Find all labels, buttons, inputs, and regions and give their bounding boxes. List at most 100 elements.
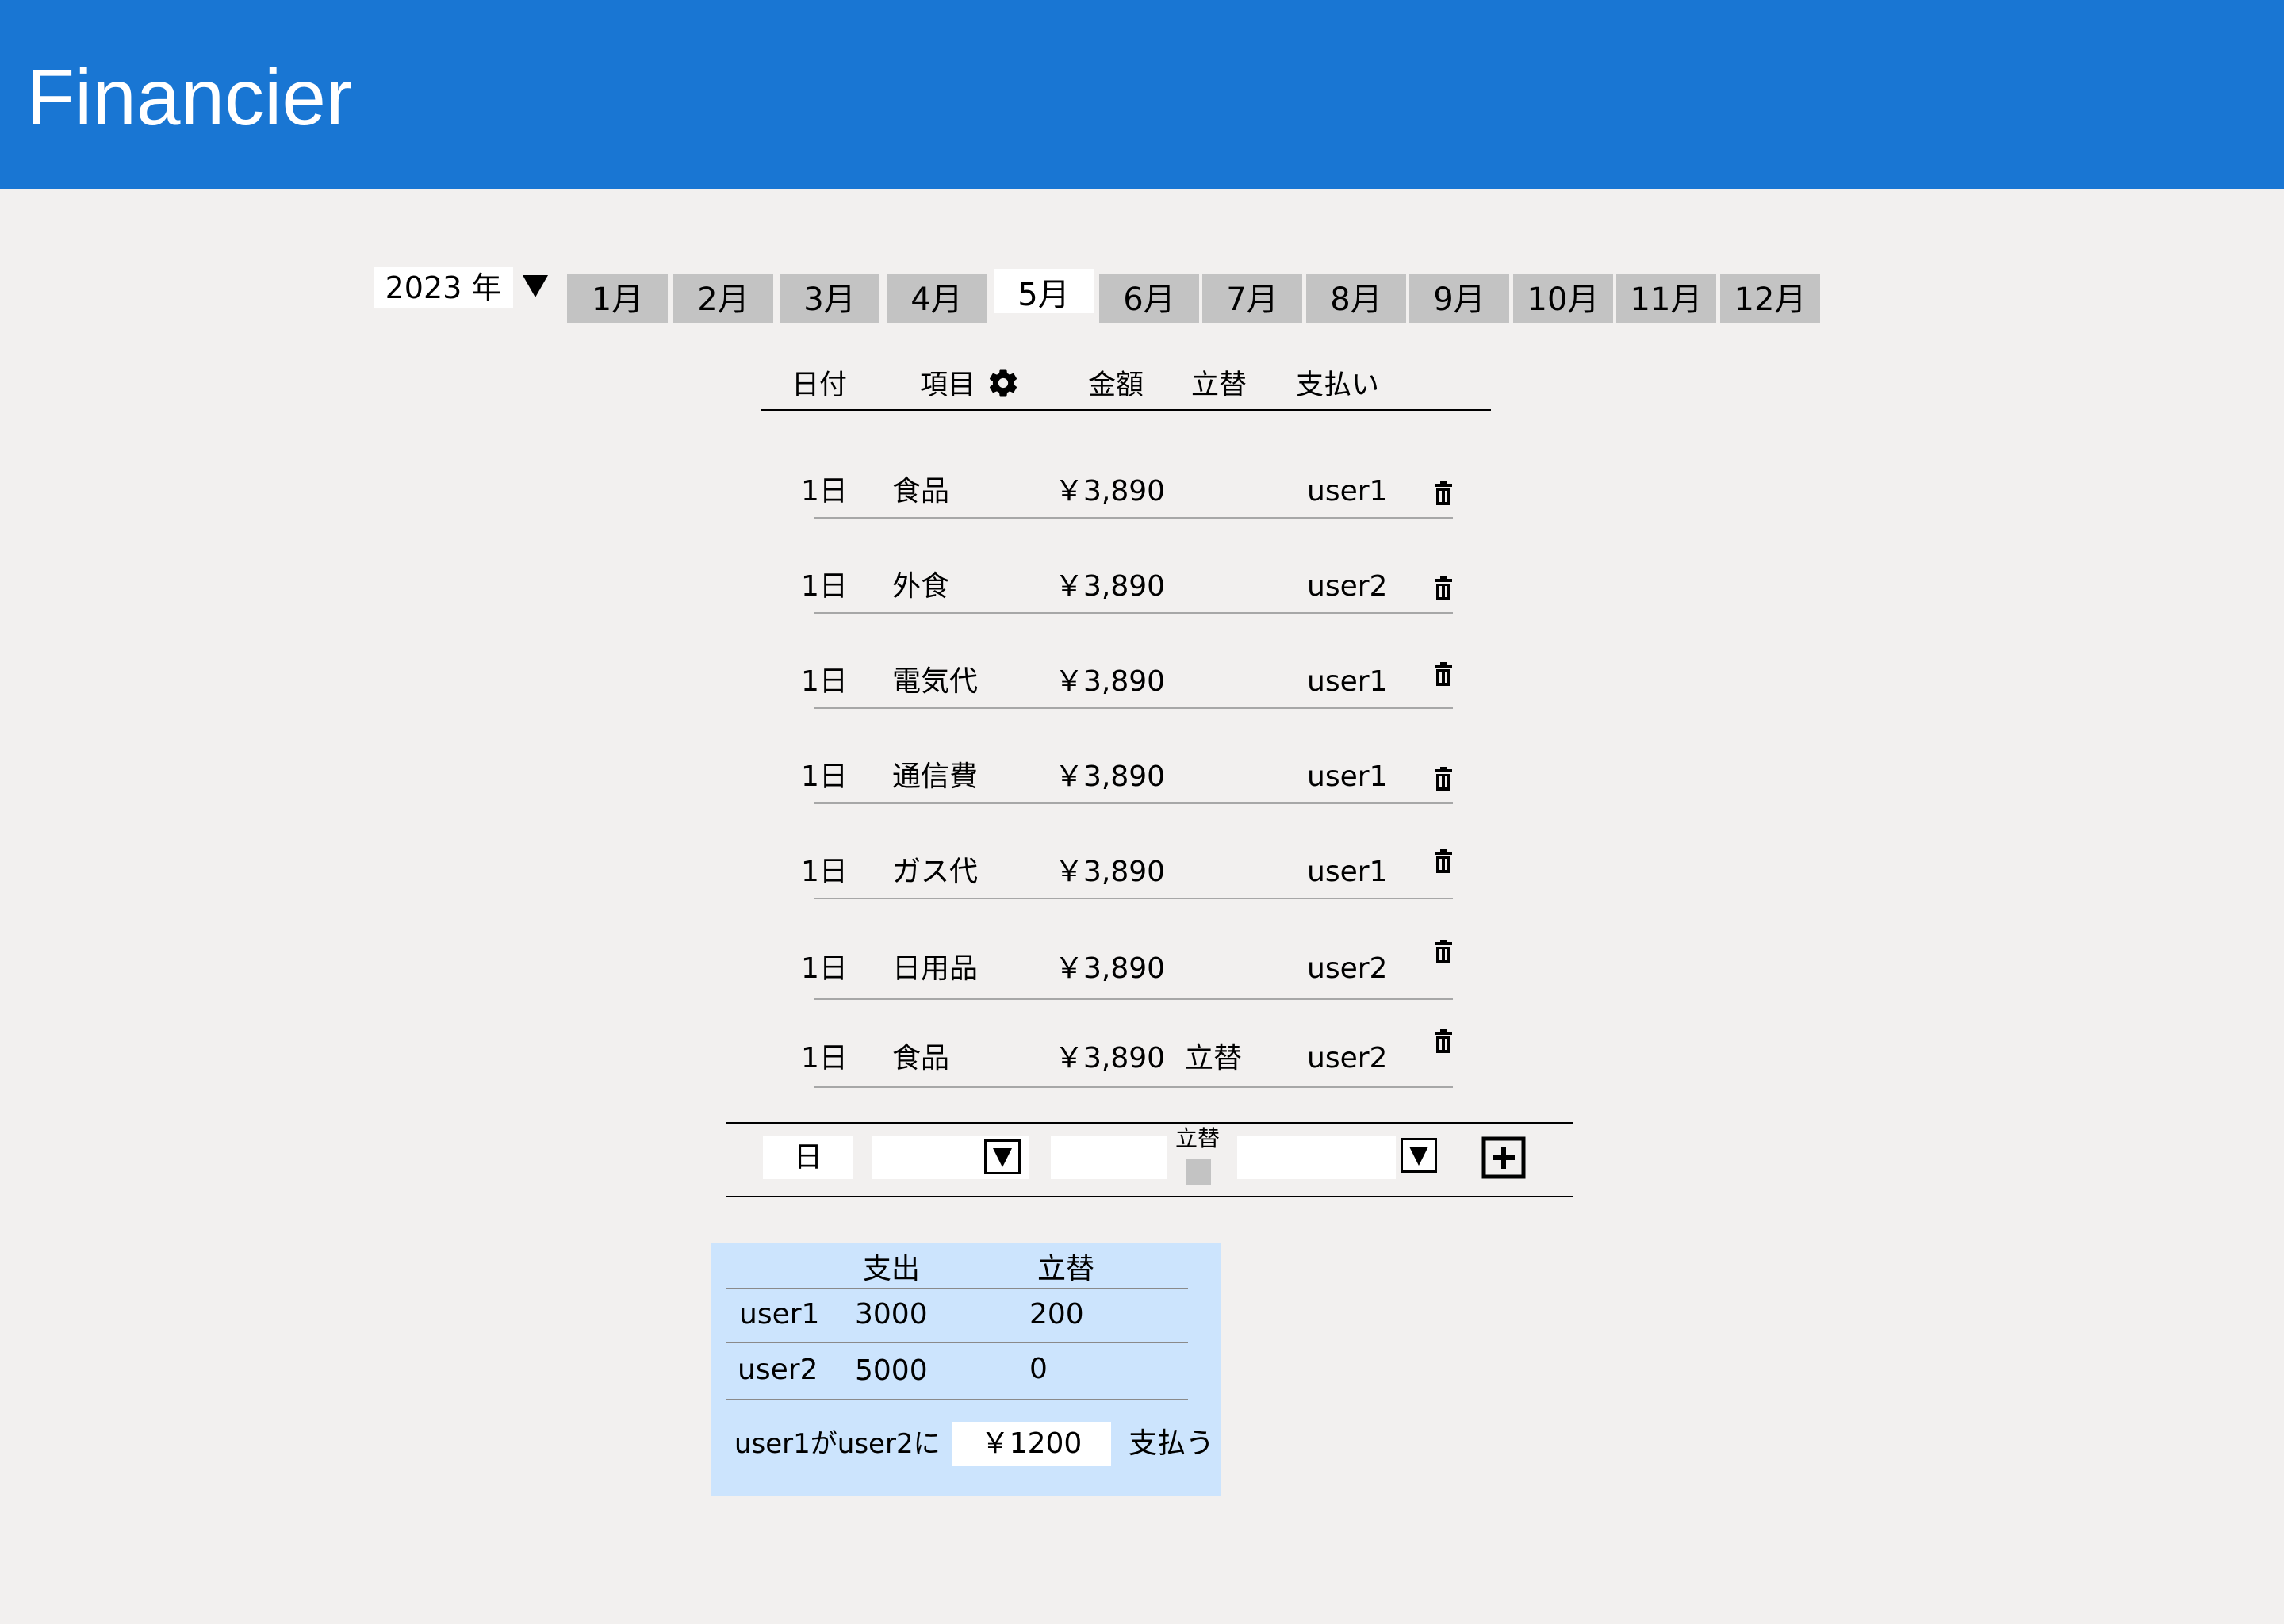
row-divider xyxy=(814,802,1453,804)
tab-month-1[interactable]: 1月 xyxy=(567,274,668,323)
row-divider xyxy=(814,612,1453,614)
trash-icon[interactable] xyxy=(1433,662,1454,688)
table-row: 1日 食品 ￥3,890 user1 xyxy=(801,472,1454,565)
trash-icon[interactable] xyxy=(1433,576,1454,602)
settlement-suffix: 支払う xyxy=(1129,1427,1215,1460)
row-amount: ￥3,890 xyxy=(1055,475,1166,508)
tab-month-10[interactable]: 10月 xyxy=(1513,274,1613,323)
dropdown-arrow-icon xyxy=(1409,1147,1428,1166)
summary-user-expense: 3000 xyxy=(855,1298,928,1331)
column-header-date: 日付 xyxy=(791,370,848,401)
row-tatekae: 立替 xyxy=(1185,1042,1243,1074)
settlement-text: user1がuser2に xyxy=(734,1428,941,1460)
trash-icon[interactable] xyxy=(1433,1029,1454,1055)
row-divider xyxy=(814,998,1453,1000)
row-item: 食品 xyxy=(892,475,950,508)
column-header-tatekae: 立替 xyxy=(1191,370,1247,401)
app-title: Financier xyxy=(26,53,353,142)
tab-month-11[interactable]: 11月 xyxy=(1616,274,1716,323)
year-select[interactable]: 2023 年 xyxy=(374,267,513,308)
row-item: 電気代 xyxy=(892,665,979,698)
row-payer: user2 xyxy=(1307,1042,1388,1074)
tatekae-checkbox-label: 立替 xyxy=(1175,1125,1220,1151)
payer-select[interactable] xyxy=(1237,1136,1396,1179)
row-item: 食品 xyxy=(892,1042,950,1074)
summary-user-tatekae: 0 xyxy=(1029,1353,1048,1385)
row-payer: user1 xyxy=(1307,760,1388,793)
row-date: 1日 xyxy=(801,856,848,888)
row-date: 1日 xyxy=(801,1042,848,1074)
row-payer: user1 xyxy=(1307,475,1388,508)
row-amount: ￥3,890 xyxy=(1055,1042,1166,1074)
table-row: 1日 ガス代 ￥3,890 user1 xyxy=(801,849,1454,946)
row-date: 1日 xyxy=(801,475,848,508)
row-amount: ￥3,890 xyxy=(1055,952,1166,985)
row-item: 外食 xyxy=(892,570,950,603)
row-divider xyxy=(814,707,1453,709)
amount-input[interactable] xyxy=(1051,1136,1167,1179)
summary-divider xyxy=(726,1399,1188,1400)
row-date: 1日 xyxy=(801,665,848,698)
trash-icon[interactable] xyxy=(1433,767,1454,792)
add-form-top-divider xyxy=(726,1122,1573,1124)
row-item: ガス代 xyxy=(892,856,979,888)
trash-icon[interactable] xyxy=(1433,849,1454,875)
tab-month-6[interactable]: 6月 xyxy=(1099,274,1199,323)
row-date: 1日 xyxy=(801,570,848,603)
column-header-payer: 支払い xyxy=(1296,370,1380,401)
row-payer: user2 xyxy=(1307,952,1388,985)
header-divider xyxy=(761,409,1491,411)
row-payer: user1 xyxy=(1307,856,1388,888)
tab-month-2[interactable]: 2月 xyxy=(673,274,773,323)
trash-icon[interactable] xyxy=(1433,481,1454,507)
row-date: 1日 xyxy=(801,760,848,793)
month-tabs: 1月 2月 3月 4月 5月 6月 7月 8月 9月 10月 11月 12月 xyxy=(567,269,1820,323)
item-dropdown-button[interactable] xyxy=(984,1139,1021,1174)
summary-header-tatekae: 立替 xyxy=(1037,1253,1095,1285)
gear-icon[interactable] xyxy=(987,366,1020,400)
dropdown-arrow-icon xyxy=(993,1148,1012,1167)
summary-user-tatekae: 200 xyxy=(1029,1298,1084,1331)
table-row: 1日 食品 ￥3,890 立替 user2 xyxy=(801,1029,1453,1132)
summary-user-expense: 5000 xyxy=(855,1354,928,1387)
add-form-bottom-divider xyxy=(726,1196,1573,1197)
add-plus-icon[interactable] xyxy=(1481,1136,1526,1179)
row-amount: ￥3,890 xyxy=(1055,856,1166,888)
row-amount: ￥3,890 xyxy=(1055,665,1166,698)
table-row: 1日 通信費 ￥3,890 user1 xyxy=(801,757,1454,851)
tab-month-3[interactable]: 3月 xyxy=(780,274,879,323)
tab-month-9[interactable]: 9月 xyxy=(1409,274,1509,323)
row-payer: user1 xyxy=(1307,665,1388,698)
table-row: 1日 外食 ￥3,890 user2 xyxy=(801,567,1454,661)
row-item: 通信費 xyxy=(892,760,979,793)
column-header-amount: 金額 xyxy=(1088,370,1144,401)
row-divider xyxy=(814,1086,1453,1088)
summary-panel: 支出 立替 user1 3000 200 user2 5000 0 user1が… xyxy=(711,1243,1221,1496)
row-payer: user2 xyxy=(1307,570,1388,603)
payer-dropdown-button[interactable] xyxy=(1401,1138,1437,1173)
summary-header-expense: 支出 xyxy=(863,1253,921,1285)
tab-month-8[interactable]: 8月 xyxy=(1306,274,1406,323)
tab-month-12[interactable]: 12月 xyxy=(1720,274,1820,323)
year-dropdown-arrow-icon[interactable] xyxy=(519,270,551,302)
row-item: 日用品 xyxy=(892,952,979,985)
tab-month-4[interactable]: 4月 xyxy=(887,274,987,323)
summary-user-name: user2 xyxy=(738,1354,818,1386)
summary-user-name: user1 xyxy=(739,1298,820,1331)
tab-month-7[interactable]: 7月 xyxy=(1202,274,1302,323)
row-divider xyxy=(814,898,1453,899)
summary-divider xyxy=(726,1288,1188,1289)
settlement-amount: ￥1200 xyxy=(952,1422,1111,1466)
row-date: 1日 xyxy=(801,952,848,985)
summary-divider xyxy=(726,1342,1188,1343)
table-row: 1日 日用品 ￥3,890 user2 xyxy=(801,940,1453,1043)
trash-icon[interactable] xyxy=(1433,940,1454,965)
row-amount: ￥3,890 xyxy=(1055,570,1166,603)
day-input[interactable]: 日 xyxy=(763,1136,853,1179)
row-amount: ￥3,890 xyxy=(1055,760,1166,793)
table-row: 1日 電気代 ￥3,890 user1 xyxy=(801,662,1454,756)
row-divider xyxy=(814,517,1453,519)
column-header-item: 項目 xyxy=(920,370,976,401)
tatekae-checkbox[interactable] xyxy=(1186,1159,1211,1185)
tab-month-5[interactable]: 5月 xyxy=(994,269,1094,313)
